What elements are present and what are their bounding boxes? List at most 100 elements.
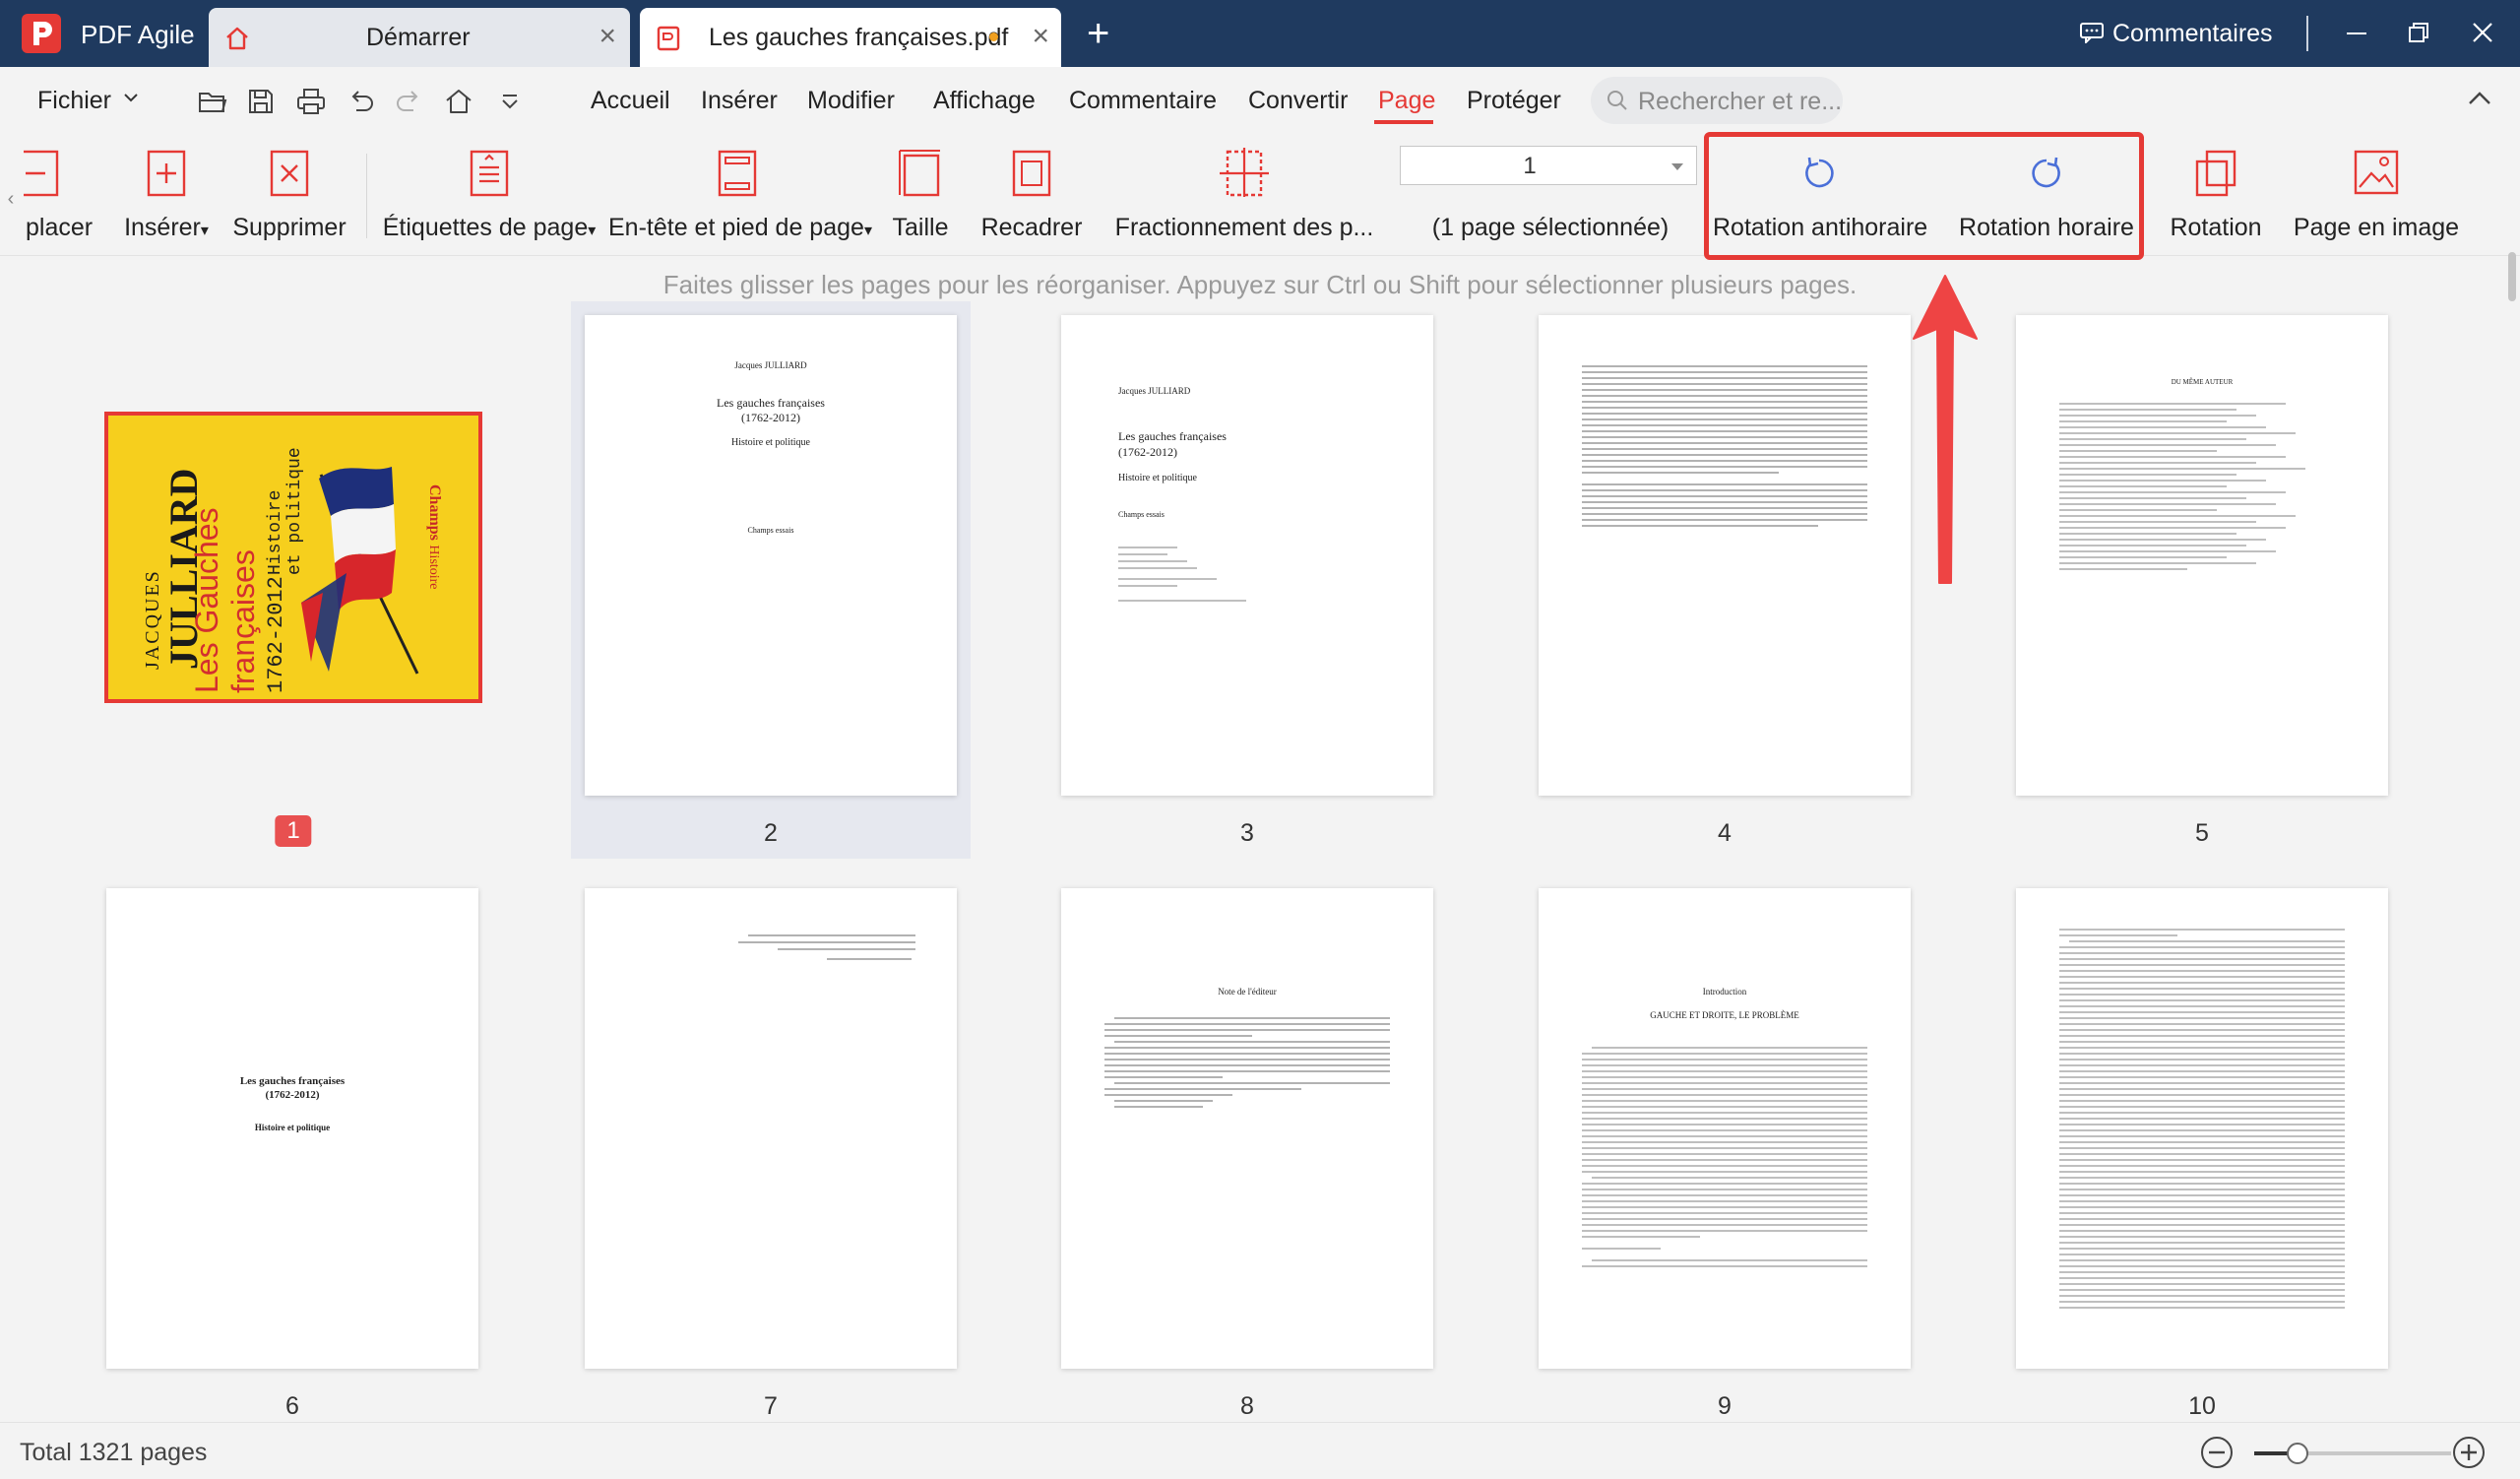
page-thumbnail[interactable]: 10 [2002,874,2402,1432]
header-footer-button[interactable]: En-tête et pied de page▾ [608,136,872,256]
menu-tab-affichage[interactable]: Affichage [933,87,1036,115]
header-footer-label: En-tête et pied de page▾ [608,214,872,241]
comments-label: Commentaires [2112,20,2273,47]
page-thumbnail[interactable]: 4 [1525,301,1924,859]
page-labels-label: Étiquettes de page▾ [382,214,597,241]
search-placeholder: Rechercher et re... [1638,88,1843,115]
page-thumbnail[interactable]: Jacques JULLIARD Les gauches françaises … [571,301,971,859]
app-logo-icon [22,14,61,53]
page-preview: DU MÊME AUTEUR [2016,315,2388,796]
page-preview: Jacques JULLIARD Les gauches françaises … [585,315,957,796]
pdf-file-icon [654,24,683,53]
page-to-image-icon [2352,148,2401,197]
page-preview: Les gauches françaises (1762-2012) Histo… [106,888,478,1369]
page-size-icon [897,148,944,197]
page-thumbnail[interactable]: Jacques JULLIARD Les gauches françaises … [1047,301,1447,859]
zoom-in-icon[interactable] [2451,1435,2487,1470]
page-preview: Jacques JULLIARD Les gauches françaises … [1061,315,1433,796]
drag-hint: Faites glisser les pages pour les réorga… [662,270,1858,299]
page-thumbnail[interactable]: Introduction GAUCHE ET DROITE, LE PROBLÈ… [1525,874,1924,1432]
page-number: 8 [1240,1392,1254,1420]
insert-page-icon [145,148,188,197]
status-bar: Total 1321 pages [0,1422,2520,1479]
page-to-image-button[interactable]: Page en image [2286,136,2467,256]
rotation-button[interactable]: Rotation [2162,136,2270,256]
menu-tab-commentaire[interactable]: Commentaire [1069,87,1217,115]
selected-pages-info: (1 page sélectionnée) [1431,214,1670,241]
search-input[interactable]: Rechercher et re... [1591,77,1843,124]
delete-page-button[interactable]: Supprimer [228,136,350,256]
cover-title-line1: Les Gauches [189,507,224,693]
undo-icon[interactable] [346,87,376,116]
cover-title-line2: françaises [225,549,261,693]
chevron-down-icon[interactable] [122,89,140,106]
page-to-image-label: Page en image [2293,214,2460,241]
restore-icon[interactable] [2407,20,2430,47]
customize-toolbar-icon[interactable] [498,87,522,116]
page-thumbnail[interactable]: Les gauches françaises (1762-2012) Histo… [93,874,492,1432]
menu-tab-accueil[interactable]: Accueil [591,87,670,115]
new-tab-icon[interactable]: + [1087,14,1109,53]
page-size-button[interactable]: Taille [880,136,961,256]
home-icon[interactable] [443,87,474,116]
cover-publisher: Champs [426,484,443,541]
print-icon[interactable] [295,87,327,116]
menu-bar: Fichier Accueil Insérer Modifier Afficha… [0,67,2520,136]
file-menu[interactable]: Fichier [37,87,111,115]
page-number: 2 [764,819,778,847]
redo-icon[interactable] [394,87,423,116]
page-number: 9 [1718,1392,1732,1420]
page-thumbnail[interactable]: JACQUES JULLIARD Les Gauches françaises … [102,311,484,863]
crop-icon [1010,148,1053,197]
rotation-buttons-highlight [1704,132,2144,260]
page-range-value: 1 [1523,153,1537,179]
page-labels-button[interactable]: Étiquettes de page▾ [382,136,597,256]
ribbon-scroll-left-icon[interactable]: ‹ [0,177,22,221]
titlebar-divider [2306,16,2308,51]
page-thumbnail[interactable]: 7 [571,874,971,1432]
close-window-icon[interactable] [2471,20,2494,47]
save-icon[interactable] [246,87,276,116]
book-cover: JACQUES JULLIARD Les Gauches françaises … [104,412,482,703]
menu-tab-proteger[interactable]: Protéger [1467,87,1561,115]
open-folder-icon[interactable] [197,87,228,116]
page-number: 4 [1718,819,1732,847]
zoom-out-icon[interactable] [2199,1435,2235,1470]
insert-page-button[interactable]: Insérer▾ [112,136,220,256]
menu-tab-inserer[interactable]: Insérer [701,87,778,115]
close-tab-icon[interactable]: × [1032,22,1049,51]
vertical-scrollbar[interactable] [2508,252,2516,301]
minimize-icon[interactable] [2345,20,2368,47]
zoom-slider[interactable] [2254,1451,2451,1455]
delete-page-icon [268,148,311,197]
page-preview [2016,888,2388,1369]
menu-tab-convertir[interactable]: Convertir [1248,87,1348,115]
page-number: 7 [764,1392,778,1420]
home-icon [222,24,252,53]
insert-page-label: Insérer▾ [124,214,209,241]
menu-tab-page[interactable]: Page [1378,87,1435,115]
active-tab-indicator [1374,120,1433,124]
move-page-button[interactable]: placer [22,136,98,256]
tab-start[interactable]: Démarrer × [209,8,630,67]
zoom-slider-handle[interactable] [2287,1443,2308,1464]
tab-document[interactable]: Les gauches françaises.pdf × [640,8,1061,67]
page-range-select[interactable]: 1 [1400,146,1697,185]
page-thumbnail[interactable]: DU MÊME AUTEUR 5 [2002,301,2402,859]
page-preview: Introduction GAUCHE ET DROITE, LE PROBLÈ… [1539,888,1911,1369]
split-pages-icon [1220,148,1269,197]
search-icon [1607,91,1627,110]
total-pages: Total 1321 pages [20,1439,208,1466]
page-number-badge: 1 [275,815,312,847]
split-pages-label: Fractionnement des p... [1114,214,1374,241]
split-pages-button[interactable]: Fractionnement des p... [1112,136,1376,256]
crop-button[interactable]: Recadrer [973,136,1091,256]
collapse-ribbon-icon[interactable] [2467,89,2492,108]
cover-subtitle-line1: Histoire [266,489,285,575]
close-tab-icon[interactable]: × [598,22,616,51]
page-thumbnail[interactable]: Note de l'éditeur 8 [1047,874,1447,1432]
page-number: 3 [1240,819,1254,847]
crop-label: Recadrer [980,214,1083,241]
menu-tab-modifier[interactable]: Modifier [807,87,895,115]
page-labels-icon [468,148,511,197]
